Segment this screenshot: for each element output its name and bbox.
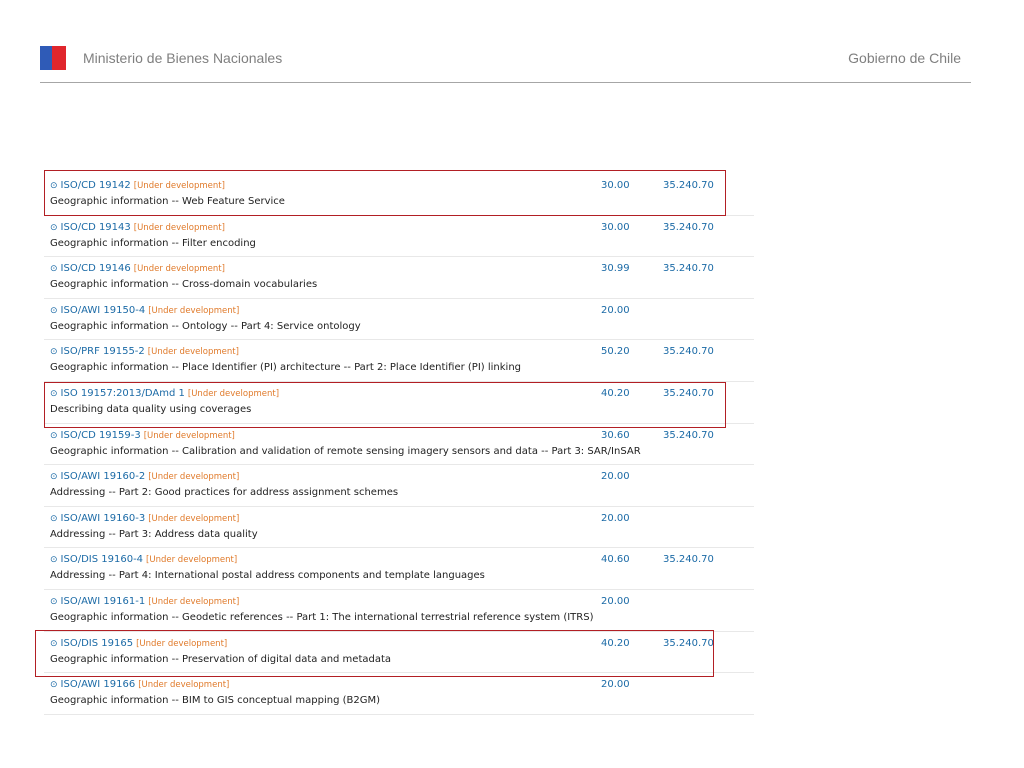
standard-header: ⊙ ISO/AWI 19150-4 [Under development] [50, 305, 239, 316]
highlight-box [44, 170, 726, 216]
stage-code-link[interactable]: 20.00 [601, 513, 630, 524]
expand-circle-icon[interactable]: ⊙ [50, 472, 58, 482]
standard-title: Addressing -- Part 2: Good practices for… [50, 487, 399, 499]
standard-code-link[interactable]: ISO/AWI 19160-3 [61, 513, 146, 524]
standard-header: ⊙ ISO/CD 19159-3 [Under development] [50, 430, 235, 441]
stage-code-link[interactable]: 30.00 [601, 222, 630, 233]
standard-header: ⊙ ISO/DIS 19160-4 [Under development] [50, 554, 237, 565]
expand-circle-icon[interactable]: ⊙ [50, 223, 58, 233]
stage-code-link[interactable]: 30.60 [601, 430, 630, 441]
status-label: [Under development] [133, 222, 225, 233]
status-label: [Under development] [146, 555, 238, 566]
flag-red-band [52, 46, 66, 70]
page-header: Ministerio de Bienes Nacionales Gobierno… [40, 44, 971, 83]
standard-header: ⊙ ISO/AWI 19160-3 [Under development] [50, 513, 239, 524]
status-label: [Under development] [148, 305, 240, 316]
standard-title: Geographic information -- Calibration an… [50, 445, 641, 457]
standard-header: ⊙ ISO/AWI 19166 [Under development] [50, 679, 229, 690]
highlight-box [44, 382, 726, 428]
expand-circle-icon[interactable]: ⊙ [50, 264, 58, 274]
stage-code-link[interactable]: 20.00 [601, 679, 630, 690]
expand-circle-icon[interactable]: ⊙ [50, 347, 58, 357]
standard-row: ⊙ ISO/AWI 19161-1 [Under development] Geogr… [44, 590, 754, 632]
standard-header: ⊙ ISO/AWI 19161-1 [Under development] [50, 596, 239, 607]
government-name: Gobierno de Chile [848, 50, 961, 66]
standard-row: ⊙ ISO/CD 19143 [Under development] Geograph… [44, 216, 754, 258]
standard-title: Geographic information -- Ontology -- Pa… [50, 320, 361, 332]
expand-circle-icon[interactable]: ⊙ [50, 555, 58, 565]
status-label: [Under development] [148, 472, 240, 483]
stage-code-link[interactable]: 20.00 [601, 305, 630, 316]
status-label: [Under development] [143, 430, 235, 441]
standard-row: ⊙ ISO/AWI 19166 [Under development] Geograp… [44, 673, 754, 715]
stage-code-link[interactable]: 40.60 [601, 554, 630, 565]
standard-row: ⊙ ISO/AWI 19150-4 [Under development] Geogr… [44, 299, 754, 341]
highlight-box [35, 630, 714, 677]
standard-code-link[interactable]: ISO/PRF 19155-2 [61, 346, 145, 357]
ministry-name: Ministerio de Bienes Nacionales [83, 50, 283, 66]
ics-code-link[interactable]: 35.240.70 [663, 263, 714, 274]
standard-code-link[interactable]: ISO/AWI 19166 [61, 679, 136, 690]
standard-title: Geographic information -- BIM to GIS con… [50, 695, 380, 707]
standard-header: ⊙ ISO/CD 19143 [Under development] [50, 222, 225, 233]
expand-circle-icon[interactable]: ⊙ [50, 514, 58, 524]
standard-code-link[interactable]: ISO/CD 19159-3 [61, 430, 141, 441]
standard-code-link[interactable]: ISO/AWI 19150-4 [61, 305, 146, 316]
standard-row: ⊙ ISO/AWI 19160-2 [Under development] Addre… [44, 465, 754, 507]
standard-header: ⊙ ISO/AWI 19160-2 [Under development] [50, 471, 239, 482]
status-label: [Under development] [147, 347, 239, 358]
status-label: [Under development] [148, 513, 240, 524]
stage-code-link[interactable]: 30.99 [601, 263, 630, 274]
expand-circle-icon[interactable]: ⊙ [50, 597, 58, 607]
standard-row: ⊙ ISO/AWI 19160-3 [Under development] Addre… [44, 507, 754, 549]
status-label: [Under development] [133, 264, 225, 275]
status-label: [Under development] [148, 596, 240, 607]
ics-code-link[interactable]: 35.240.70 [663, 346, 714, 357]
standard-row: ⊙ ISO/CD 19159-3 [Under development] Geogra… [44, 424, 754, 466]
stage-code-link[interactable]: 50.20 [601, 346, 630, 357]
standard-title: Addressing -- Part 3: Address data quali… [50, 528, 258, 540]
standard-code-link[interactable]: ISO/CD 19143 [61, 222, 131, 233]
standard-code-link[interactable]: ISO/CD 19146 [61, 263, 131, 274]
standard-row: ⊙ ISO/DIS 19160-4 [Under development] Addre… [44, 548, 754, 590]
expand-circle-icon[interactable]: ⊙ [50, 680, 58, 690]
standard-header: ⊙ ISO/CD 19146 [Under development] [50, 263, 225, 274]
standard-title: Addressing -- Part 4: International post… [50, 570, 485, 582]
expand-circle-icon[interactable]: ⊙ [50, 431, 58, 441]
stage-code-link[interactable]: 20.00 [601, 471, 630, 482]
stage-code-link[interactable]: 20.00 [601, 596, 630, 607]
flag-blue-band [40, 46, 52, 70]
ics-code-link[interactable]: 35.240.70 [663, 554, 714, 565]
ics-code-link[interactable]: 35.240.70 [663, 222, 714, 233]
ics-code-link[interactable]: 35.240.70 [663, 430, 714, 441]
standard-row: ⊙ ISO/PRF 19155-2 [Under development] Geogr… [44, 340, 754, 382]
expand-circle-icon[interactable]: ⊙ [50, 306, 58, 316]
standard-code-link[interactable]: ISO/AWI 19160-2 [61, 471, 146, 482]
standard-title: Geographic information -- Filter encodin… [50, 237, 256, 249]
standard-code-link[interactable]: ISO/DIS 19160-4 [61, 554, 144, 565]
standard-row: ⊙ ISO/CD 19146 [Under development] Geograph… [44, 257, 754, 299]
status-label: [Under development] [138, 680, 230, 691]
standard-title: Geographic information -- Geodetic refer… [50, 611, 594, 623]
standard-title: Geographic information -- Cross-domain v… [50, 279, 318, 291]
standard-header: ⊙ ISO/PRF 19155-2 [Under development] [50, 346, 239, 357]
chile-flag-logo [40, 46, 66, 70]
standard-code-link[interactable]: ISO/AWI 19161-1 [61, 596, 146, 607]
standard-title: Geographic information -- Place Identifi… [50, 362, 522, 374]
